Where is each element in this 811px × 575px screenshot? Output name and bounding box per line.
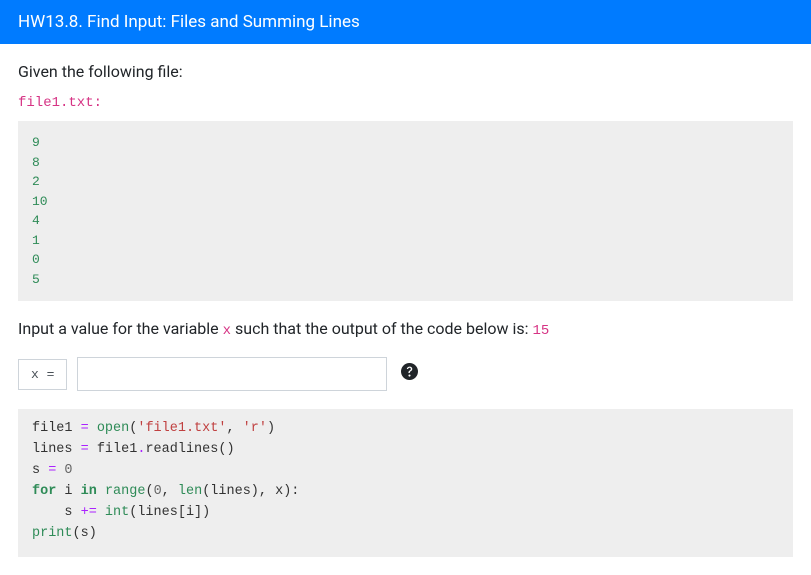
code-token: (lines), x): bbox=[202, 484, 299, 499]
filename-label: file1.txt: bbox=[18, 95, 793, 111]
code-block: file1 = open ( 'file1.txt', 'r') lines = f… bbox=[18, 409, 793, 557]
code-token: ) bbox=[267, 421, 275, 436]
answer-input[interactable] bbox=[77, 357, 387, 391]
code-token: print bbox=[32, 526, 73, 541]
code-token: lines bbox=[32, 442, 81, 457]
code-token: 'r' bbox=[243, 421, 267, 436]
answer-row: x = bbox=[18, 357, 793, 391]
code-token: ( bbox=[145, 484, 153, 499]
help-icon[interactable] bbox=[401, 363, 418, 385]
code-token: = bbox=[81, 421, 89, 436]
code-token bbox=[97, 505, 105, 520]
instruction-middle: such that the output of the code below i… bbox=[231, 319, 532, 338]
code-token: in bbox=[81, 484, 97, 499]
file-contents: 9 8 2 10 4 1 0 5 bbox=[18, 121, 793, 301]
code-token: file1 bbox=[32, 421, 81, 436]
target-output: 15 bbox=[532, 323, 549, 339]
instruction-prefix: Input a value for the variable bbox=[18, 319, 223, 338]
code-token: 0 bbox=[154, 484, 162, 499]
code-token: len bbox=[178, 484, 202, 499]
code-token: range bbox=[105, 484, 146, 499]
code-token bbox=[89, 421, 97, 436]
code-token: readlines() bbox=[145, 442, 234, 457]
code-token: i bbox=[56, 484, 80, 499]
code-token: s bbox=[32, 463, 48, 478]
code-token: , bbox=[162, 484, 178, 499]
instruction-text: Input a value for the variable x such th… bbox=[18, 319, 793, 339]
code-token bbox=[97, 484, 105, 499]
input-label: x = bbox=[18, 359, 67, 390]
filename-text: file1.txt bbox=[18, 95, 94, 111]
code-token: = bbox=[81, 442, 89, 457]
code-token: 'file1.txt' bbox=[137, 421, 226, 436]
code-token: for bbox=[32, 484, 56, 499]
filename-colon: : bbox=[94, 95, 102, 111]
code-token: += bbox=[81, 505, 97, 520]
prompt-intro: Given the following file: bbox=[18, 62, 793, 81]
code-token: s bbox=[32, 505, 81, 520]
question-content: Given the following file: file1.txt: 9 8… bbox=[0, 44, 811, 575]
code-token: 0 bbox=[64, 463, 72, 478]
code-token: open bbox=[97, 421, 129, 436]
question-header: HW13.8. Find Input: Files and Summing Li… bbox=[0, 0, 811, 44]
code-token: file1 bbox=[89, 442, 138, 457]
variable-name: x bbox=[223, 323, 231, 339]
code-token: int bbox=[105, 505, 129, 520]
question-title: HW13.8. Find Input: Files and Summing Li… bbox=[18, 12, 360, 32]
code-token: (lines[i]) bbox=[129, 505, 210, 520]
code-token: , bbox=[226, 421, 242, 436]
code-token: (s) bbox=[73, 526, 97, 541]
